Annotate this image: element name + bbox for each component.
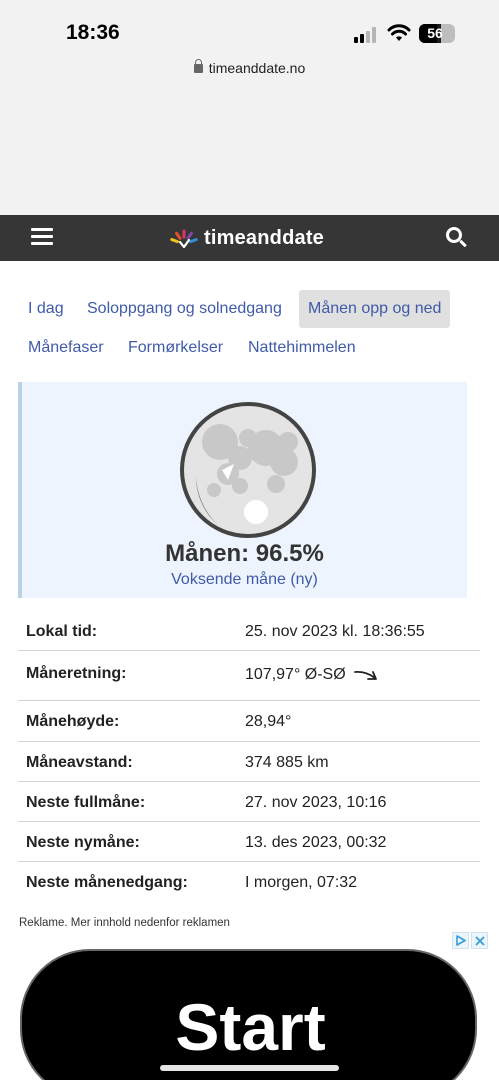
moon-illumination: Månen: 96.5% — [165, 540, 324, 567]
table-row: Måneavstand: 374 885 km — [18, 742, 480, 782]
row-value: 374 885 km — [245, 754, 329, 771]
ad-banner[interactable]: Start — [20, 949, 477, 1080]
moon-phase-name[interactable]: Voksende måne (ny) — [22, 571, 467, 589]
row-label: Lokal tid: — [26, 623, 98, 640]
row-value: 28,94° — [245, 713, 292, 730]
tab-sunrise-sunset[interactable]: Soloppgang og solnedgang — [78, 290, 291, 328]
moon-phase-graphic — [180, 402, 316, 538]
cellular-signal-icon — [354, 27, 380, 43]
row-label: Neste fullmåne: — [26, 794, 146, 811]
row-label: Månehøyde: — [26, 713, 120, 730]
site-header: timeanddate — [0, 215, 499, 261]
tab-moon-phases[interactable]: Månefaser — [19, 329, 113, 367]
moon-info-table: Lokal tid: 25. nov 2023 kl. 18:36:55 Mån… — [18, 611, 480, 902]
url-text: timeanddate.no — [208, 60, 306, 76]
row-label: Måneavstand: — [26, 754, 133, 771]
row-label: Neste nymåne: — [26, 834, 140, 851]
ad-notice: Reklame. Mer innhold nedenfor reklamen — [19, 917, 230, 929]
row-value: 13. des 2023, 00:32 — [245, 834, 387, 851]
logo-mark-icon — [170, 229, 198, 249]
address-bar[interactable]: timeanddate.no — [0, 59, 499, 82]
site-logo[interactable]: timeanddate — [168, 226, 324, 250]
row-value: 107,97° Ø-SØ — [245, 666, 378, 684]
menu-icon[interactable] — [31, 228, 53, 246]
direction-arrow-icon — [353, 670, 377, 680]
tab-moonrise-moonset[interactable]: Månen opp og ned — [299, 290, 451, 328]
tab-today[interactable]: I dag — [19, 290, 73, 328]
battery-icon: 56 — [419, 24, 455, 43]
status-bar: 18:36 56 timeanddate.no — [0, 0, 499, 88]
moon-summary-panel: Månen: 96.5% Voksende måne (ny) — [18, 382, 467, 598]
table-row: Lokal tid: 25. nov 2023 kl. 18:36:55 — [18, 611, 480, 651]
row-label: Neste månenedgang: — [26, 874, 188, 891]
tab-night-sky[interactable]: Nattehimmelen — [239, 329, 365, 367]
status-time: 18:36 — [66, 21, 120, 44]
battery-level: 56 — [427, 25, 443, 41]
table-row: Neste månenedgang: I morgen, 07:32 — [18, 862, 480, 902]
table-row: Neste nymåne: 13. des 2023, 00:32 — [18, 822, 480, 862]
row-value: 25. nov 2023 kl. 18:36:55 — [245, 623, 425, 640]
row-label: Måneretning: — [26, 665, 127, 682]
table-row: Neste fullmåne: 27. nov 2023, 10:16 — [18, 782, 480, 822]
search-icon[interactable] — [446, 227, 468, 249]
home-indicator — [160, 1065, 339, 1071]
blank-ad-area — [0, 88, 499, 215]
adchoices-icon[interactable] — [452, 932, 469, 949]
ad-choices[interactable] — [452, 932, 488, 950]
ad-banner-text: Start — [175, 990, 326, 1064]
row-value: 27. nov 2023, 10:16 — [245, 794, 387, 811]
logo-text: timeanddate — [204, 226, 325, 249]
tab-eclipses[interactable]: Formørkelser — [119, 329, 232, 367]
direction-value: 107,97° Ø-SØ — [245, 666, 346, 683]
close-ad-icon[interactable] — [471, 932, 488, 949]
row-value: I morgen, 07:32 — [245, 874, 358, 891]
table-row: Månehøyde: 28,94° — [18, 701, 480, 742]
table-row: Måneretning: 107,97° Ø-SØ — [18, 651, 480, 701]
wifi-icon — [387, 24, 411, 41]
lock-icon — [193, 59, 203, 73]
